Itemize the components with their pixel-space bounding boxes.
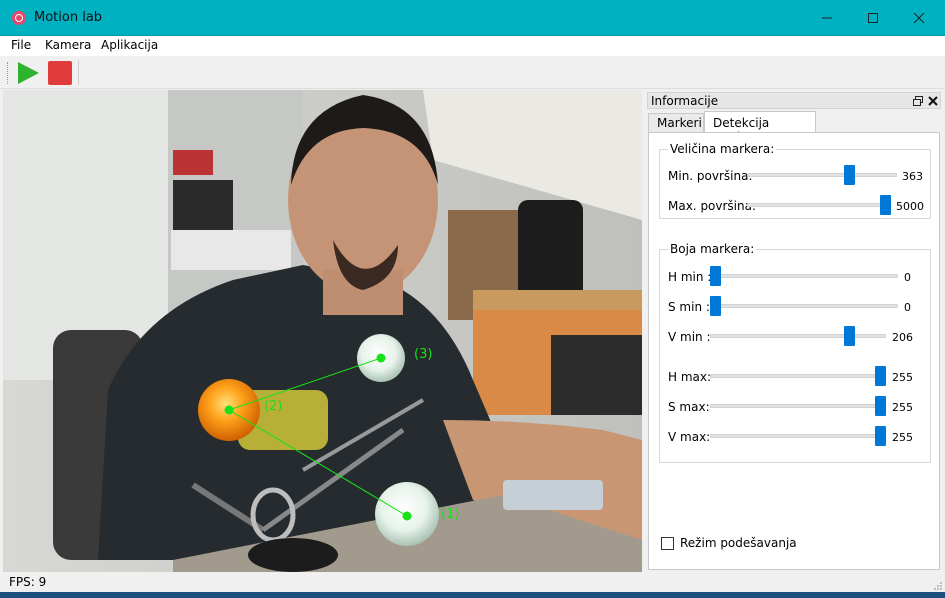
s-min-value: 0 [904, 301, 911, 314]
min-area-label: Min. površina: [668, 169, 753, 183]
marker-label-2: (2) [264, 399, 282, 414]
h-min-value: 0 [904, 271, 911, 284]
slider-handle[interactable] [875, 396, 886, 416]
fps-readout: FPS: 9 [9, 575, 47, 589]
close-icon [913, 12, 925, 24]
slider-handle[interactable] [710, 296, 721, 316]
close-icon [928, 96, 938, 106]
slider-track [710, 274, 898, 278]
slider-handle[interactable] [875, 366, 886, 386]
toolbar-separator [78, 60, 79, 85]
group-title: Boja markera: [668, 242, 757, 256]
detection-panel: Veličina markera: Min. površina: 363 Max… [648, 132, 940, 570]
float-icon [913, 96, 923, 106]
title-bar: Motion lab [0, 0, 945, 36]
desktop-taskbar-strip [0, 592, 945, 598]
color-group: Boja markera: H min : 0 S min : 0 V min … [659, 242, 931, 463]
h-max-value: 255 [892, 371, 913, 384]
tuning-mode-checkbox[interactable] [661, 537, 674, 550]
menu-kamera[interactable]: Kamera [45, 38, 91, 52]
camera-view[interactable]: (1) (2) (3) [3, 90, 642, 572]
v-min-value: 206 [892, 331, 913, 344]
group-title: Veličina markera: [668, 142, 777, 156]
play-button[interactable] [15, 60, 41, 86]
h-min-slider[interactable] [710, 266, 898, 286]
menu-bar: File Kamera Aplikacija [0, 36, 945, 56]
min-area-slider[interactable] [747, 165, 897, 185]
max-area-slider[interactable] [747, 195, 891, 215]
play-icon [18, 62, 39, 84]
minimize-button[interactable] [804, 0, 850, 36]
window-title: Motion lab [34, 10, 103, 25]
s-min-slider[interactable] [710, 296, 898, 316]
s-max-label: S max: [668, 400, 710, 414]
slider-track [710, 374, 886, 378]
v-max-slider[interactable] [710, 426, 886, 446]
h-max-slider[interactable] [710, 366, 886, 386]
slider-track [747, 203, 891, 207]
slider-track [710, 404, 886, 408]
minimize-icon [822, 17, 832, 19]
maximize-icon [868, 13, 878, 23]
slider-track [710, 334, 886, 338]
s-max-slider[interactable] [710, 396, 886, 416]
marker-point-3 [376, 353, 386, 363]
tab-markeri[interactable]: Markeri [648, 113, 704, 132]
status-bar: FPS: 9 [0, 572, 945, 592]
marker-label-3: (3) [414, 347, 432, 362]
slider-handle[interactable] [875, 426, 886, 446]
resize-grip-icon[interactable] [932, 580, 942, 590]
h-max-label: H max: [668, 370, 712, 384]
stop-icon [48, 61, 72, 85]
marker-point-1 [402, 511, 412, 521]
app-logo-icon [12, 11, 26, 25]
h-min-label: H min : [668, 270, 712, 284]
stop-button[interactable] [47, 60, 73, 86]
marker-label-1: (1) [441, 507, 459, 522]
slider-handle[interactable] [880, 195, 891, 215]
s-min-label: S min : [668, 300, 710, 314]
v-max-label: V max: [668, 430, 711, 444]
max-area-label: Max. površina: [668, 199, 757, 213]
close-button[interactable] [896, 0, 942, 36]
camera-frame: (1) (2) (3) [3, 90, 642, 572]
toolbar-grip[interactable] [7, 62, 9, 84]
dock-title-bar[interactable]: Informacije [647, 92, 941, 109]
menu-file[interactable]: File [11, 38, 31, 52]
size-group: Veličina markera: Min. površina: 363 Max… [659, 142, 931, 219]
max-area-value: 5000 [896, 200, 924, 213]
slider-track [710, 304, 898, 308]
tuning-mode-label[interactable]: Režim podešavanja [680, 536, 797, 550]
slider-handle[interactable] [844, 165, 855, 185]
slider-handle[interactable] [844, 326, 855, 346]
slider-track [747, 173, 897, 177]
tab-detekcija-markera[interactable]: Detekcija markera [704, 111, 816, 144]
tab-label: Markeri [657, 116, 702, 130]
toolbar [0, 56, 945, 89]
dock-float-button[interactable] [912, 95, 924, 107]
maximize-button[interactable] [850, 0, 896, 36]
menu-aplikacija[interactable]: Aplikacija [101, 38, 158, 52]
dock-close-button[interactable] [927, 95, 939, 107]
v-max-value: 255 [892, 431, 913, 444]
slider-handle[interactable] [710, 266, 721, 286]
min-area-value: 363 [902, 170, 923, 183]
info-dock: Informacije Markeri Detekcija markera Ve… [645, 90, 943, 572]
slider-track [710, 434, 886, 438]
dock-title: Informacije [651, 94, 719, 108]
marker-point-2 [224, 405, 234, 415]
v-min-slider[interactable] [710, 326, 886, 346]
s-max-value: 255 [892, 401, 913, 414]
v-min-label: V min : [668, 330, 711, 344]
